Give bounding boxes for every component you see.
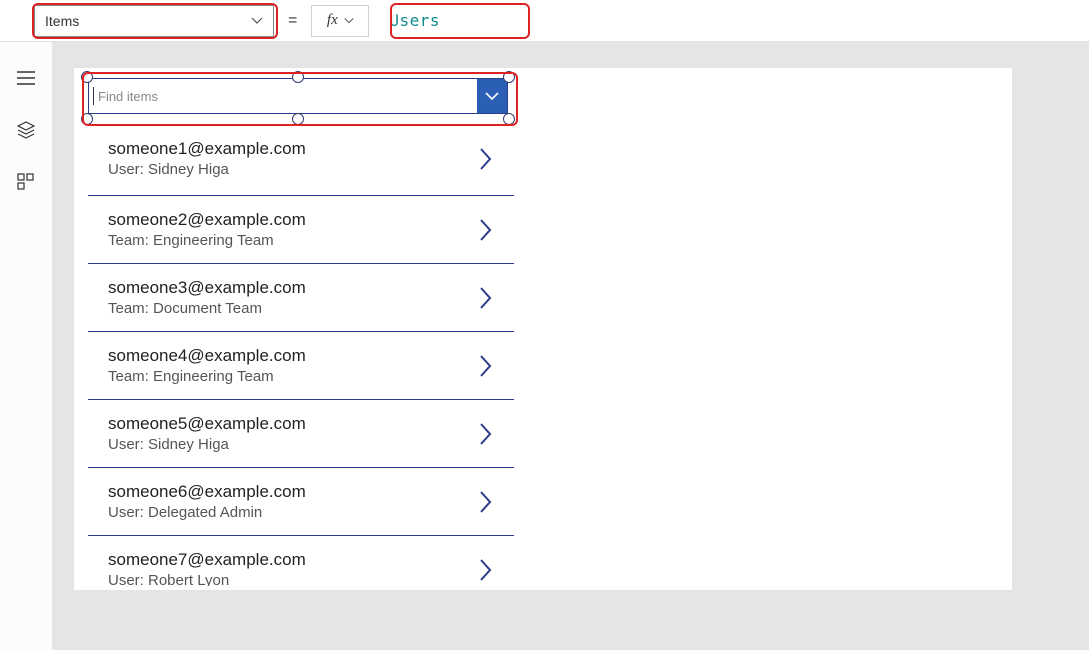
combobox-control[interactable]: Find items <box>88 78 508 118</box>
selection-handle[interactable] <box>81 113 93 125</box>
list-item-text: someone5@example.com User: Sidney Higa <box>108 414 478 453</box>
selection-handle[interactable] <box>292 71 304 83</box>
canvas-area: Find items someone1@example.com User: Sid… <box>52 42 1089 650</box>
list-item-subtitle: Team: Document Team <box>108 300 478 317</box>
gallery-scroll[interactable]: someone1@example.comUser: Sidney Higasom… <box>88 128 514 586</box>
components-icon[interactable] <box>16 172 36 192</box>
left-rail <box>0 42 52 650</box>
chevron-right-icon[interactable] <box>478 421 502 447</box>
chevron-right-icon[interactable] <box>478 353 502 379</box>
list-item-subtitle: User: Sidney Higa <box>108 436 478 453</box>
list-item-subtitle: Team: Engineering Team <box>108 232 478 249</box>
chevron-right-icon[interactable] <box>478 285 502 311</box>
list-item-title: someone7@example.com <box>108 550 478 570</box>
list-item-subtitle: User: Robert Lyon <box>108 572 478 586</box>
list-item-subtitle: User: Delegated Admin <box>108 504 478 521</box>
formula-input[interactable]: Users <box>379 3 1089 39</box>
list-item-text: someone6@example.com User: Delegated Admi… <box>108 482 478 521</box>
fx-label: fx <box>327 12 338 29</box>
layers-icon[interactable] <box>16 120 36 140</box>
formula-bar: Items = fx Users <box>0 0 1089 42</box>
selection-handle[interactable] <box>292 113 304 125</box>
selection-handle[interactable] <box>81 71 93 83</box>
selection-handle[interactable] <box>503 113 515 125</box>
list-item[interactable]: someone1@example.com User: Sidney Higa <box>88 128 514 196</box>
chevron-right-icon[interactable] <box>478 557 502 583</box>
list-item[interactable]: someone2@example.com Team: Engineering Te… <box>88 196 514 264</box>
fx-button[interactable]: fx <box>311 5 369 37</box>
list-item-title: someone1@example.com <box>108 139 478 159</box>
list-item-text: someone7@example.com User: Robert Lyon <box>108 550 478 586</box>
list-item[interactable]: someone7@example.com User: Robert Lyon <box>88 536 514 586</box>
gallery-control: someone1@example.comUser: Sidney Higasom… <box>88 128 514 586</box>
list-item[interactable]: someone3@example.com Team: Document Team <box>88 264 514 332</box>
equals-label: = <box>284 12 301 30</box>
combobox-dropdown-button[interactable] <box>477 79 507 113</box>
property-selector[interactable]: Items <box>34 5 274 37</box>
list-item-text: someone1@example.com User: Sidney Higa <box>108 139 478 178</box>
app-canvas[interactable]: Find items someone1@example.com User: Sid… <box>74 68 1012 590</box>
formula-text: Users <box>389 11 440 30</box>
list-item[interactable]: someone5@example.com User: Sidney Higa <box>88 400 514 468</box>
list-item-title: someone3@example.com <box>108 278 478 298</box>
list-item-title: someone5@example.com <box>108 414 478 434</box>
list-item-subtitle: Team: Engineering Team <box>108 368 478 385</box>
combobox-input[interactable]: Find items <box>93 87 477 105</box>
chevron-right-icon[interactable] <box>478 217 502 243</box>
list-item-title: someone2@example.com <box>108 210 478 230</box>
chevron-right-icon[interactable] <box>478 489 502 515</box>
chevron-down-icon <box>251 15 263 27</box>
list-item-text: someone4@example.com Team: Engineering Te… <box>108 346 478 385</box>
hamburger-icon[interactable] <box>16 68 36 88</box>
list-item[interactable]: someone4@example.com Team: Engineering Te… <box>88 332 514 400</box>
list-item-title: someone4@example.com <box>108 346 478 366</box>
property-selector-label: Items <box>45 13 79 29</box>
selection-handle[interactable] <box>503 71 515 83</box>
list-item-text: someone3@example.com Team: Document Team <box>108 278 478 317</box>
chevron-down-icon <box>344 16 354 26</box>
list-item-subtitle: User: Sidney Higa <box>108 161 478 178</box>
list-item-title: someone6@example.com <box>108 482 478 502</box>
chevron-right-icon[interactable] <box>478 146 502 172</box>
list-item[interactable]: someone6@example.com User: Delegated Admi… <box>88 468 514 536</box>
list-item-text: someone2@example.com Team: Engineering Te… <box>108 210 478 249</box>
chevron-down-icon <box>484 88 500 104</box>
